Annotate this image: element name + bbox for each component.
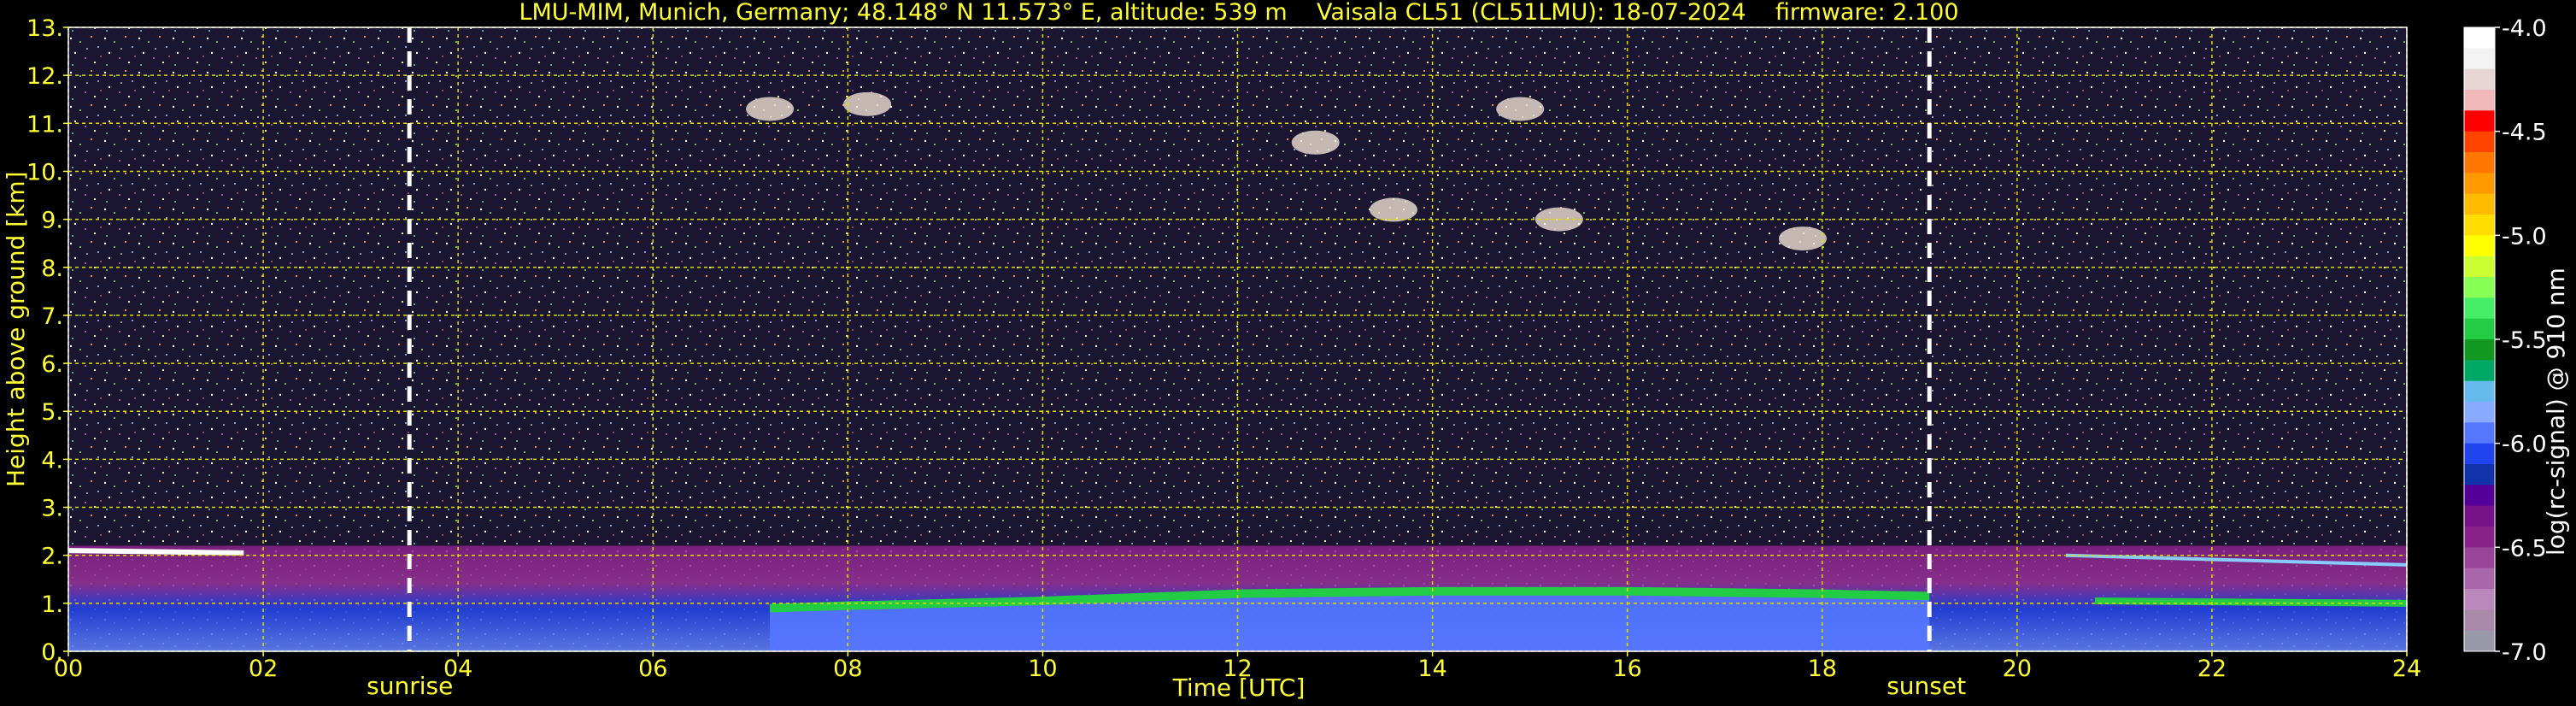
colorbar-swatch (2464, 609, 2495, 632)
y-tick-label: 1. (41, 591, 63, 618)
colorbar-swatch (2464, 256, 2495, 278)
colorbar-swatch (2464, 568, 2495, 590)
colorbar-swatch (2464, 297, 2495, 320)
x-tick-label: 24 (2392, 656, 2421, 682)
colorbar-swatch (2464, 90, 2495, 111)
y-tick-label: 11. (26, 111, 63, 138)
colorbar-label: log(rc-signal) @ 910 nm (2542, 268, 2570, 556)
colorbar-swatch (2464, 505, 2495, 527)
colorbar-swatch (2464, 193, 2495, 215)
colorbar-swatch (2464, 485, 2495, 507)
colorbar-swatch (2464, 422, 2495, 444)
y-tick-label: 4. (41, 447, 63, 474)
y-axis-label: Height above ground [km] (2, 171, 30, 487)
y-tick-label: 5. (41, 399, 63, 426)
colorbar-tick-label: -5.0 (2502, 223, 2547, 250)
x-tick-label: 02 (249, 656, 278, 682)
y-tick-label: 7. (41, 303, 63, 330)
cirrus-patch (1369, 197, 1417, 222)
colorbar-tick-label: -7.0 (2502, 639, 2547, 666)
x-tick-label: 22 (2198, 656, 2227, 682)
x-axis-label: Time [UTC] (1172, 674, 1306, 702)
colorbar-swatch (2464, 152, 2495, 174)
cirrus-patch (1778, 227, 1827, 251)
colorbar-swatch (2464, 318, 2495, 340)
cirrus-patch (1291, 130, 1340, 155)
colorbar-swatch (2464, 339, 2495, 361)
x-tick-label: 08 (833, 656, 862, 682)
colorbar-tick-label: -4.0 (2502, 15, 2547, 42)
colorbar-swatch (2464, 68, 2495, 91)
x-tick-label: 18 (1808, 656, 1837, 682)
x-tick-label: 10 (1028, 656, 1057, 682)
colorbar-swatch (2464, 380, 2495, 403)
ceilometer-chart: 00 02 04 06 08 10 12 14 16 18 20 22 24 0.1.2.3.4.5.6… (26, 15, 2547, 682)
x-tick-label: 16 (1612, 656, 1641, 682)
cirrus-patch (843, 91, 892, 116)
colorbar-swatch (2464, 215, 2495, 236)
colorbar-swatch (2464, 464, 2495, 485)
colorbar: -4.0 -4.5 -5.0 -5.5 -6.0 -6.5 -7.0 (2463, 15, 2547, 666)
y-tick-label: 0. (41, 639, 63, 666)
colorbar-swatch (2464, 235, 2495, 257)
colorbar-tick-label: -5.5 (2502, 327, 2547, 354)
x-tick-label: 14 (1417, 656, 1446, 682)
event-label-sunrise: sunrise (367, 672, 454, 700)
x-tick-label: 20 (2003, 656, 2032, 682)
colorbar-swatch (2464, 110, 2495, 132)
colorbar-swatch (2464, 547, 2495, 569)
residual-layer-morning (67, 548, 244, 556)
colorbar-tick-label: -6.0 (2502, 432, 2547, 458)
colorbar-swatch (2464, 27, 2495, 49)
colorbar-swatch (2464, 402, 2495, 423)
colorbar-tick-label: -4.5 (2502, 120, 2547, 146)
colorbar-swatch (2464, 131, 2495, 153)
event-label-sunset: sunset (1887, 672, 1967, 700)
colorbar-swatch (2464, 630, 2495, 652)
cirrus-patch (1496, 97, 1545, 121)
colorbar-swatch (2464, 443, 2495, 465)
y-tick-label: 6. (41, 351, 63, 378)
y-tick-label: 12. (26, 63, 63, 90)
y-tick-label: 3. (41, 496, 63, 522)
colorbar-swatch (2464, 173, 2495, 195)
x-tick-label: 06 (638, 656, 667, 682)
plot-area (67, 27, 2408, 651)
y-tick-label: 10. (26, 159, 63, 185)
colorbar-swatch (2464, 360, 2495, 382)
colorbar-swatch (2464, 277, 2495, 298)
y-axis: 0.1.2.3.4.5.6.7.8.9.10.11.12.13. (26, 15, 68, 666)
colorbar-swatch (2464, 589, 2495, 610)
cirrus-patch (746, 97, 795, 121)
colorbar-swatch (2464, 527, 2495, 548)
y-tick-label: 2. (41, 544, 63, 570)
y-tick-label: 9. (41, 208, 63, 234)
colorbar-swatch (2464, 48, 2495, 70)
y-tick-label: 8. (41, 256, 63, 282)
colorbar-tick-label: -6.5 (2502, 535, 2547, 562)
chart-title: LMU-MIM, Munich, Germany; 48.148° N 11.5… (519, 0, 1959, 26)
